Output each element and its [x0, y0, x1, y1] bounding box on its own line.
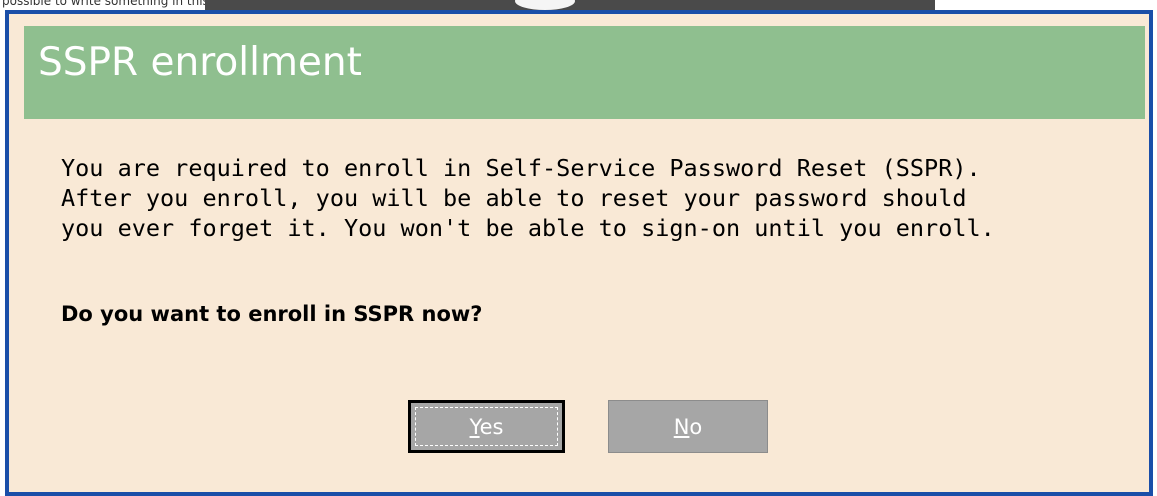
message-line-1: You are required to enroll in Self-Servi…: [61, 154, 981, 182]
background-bar-knob: [515, 0, 575, 10]
no-label-rest: o: [689, 414, 703, 439]
no-button-label: No: [674, 415, 703, 439]
no-mnemonic: N: [673, 414, 690, 439]
dialog-message: You are required to enroll in Self-Servi…: [61, 153, 995, 243]
sspr-enrollment-dialog: SSPR enrollment You are required to enro…: [5, 10, 1153, 496]
background-window-bar: [205, 0, 935, 10]
message-line-2: After you enroll, you will be able to re…: [61, 184, 967, 212]
focus-ring: [415, 407, 558, 446]
enroll-question: Do you want to enroll in SSPR now?: [61, 302, 483, 326]
dialog-title-bar: SSPR enrollment: [24, 26, 1145, 119]
yes-button[interactable]: Yes: [408, 400, 565, 453]
dialog-body: SSPR enrollment You are required to enro…: [9, 14, 1149, 492]
message-line-3: you ever forget it. You won't be able to…: [61, 214, 995, 242]
dialog-title: SSPR enrollment: [38, 40, 362, 85]
no-button[interactable]: No: [608, 400, 768, 453]
